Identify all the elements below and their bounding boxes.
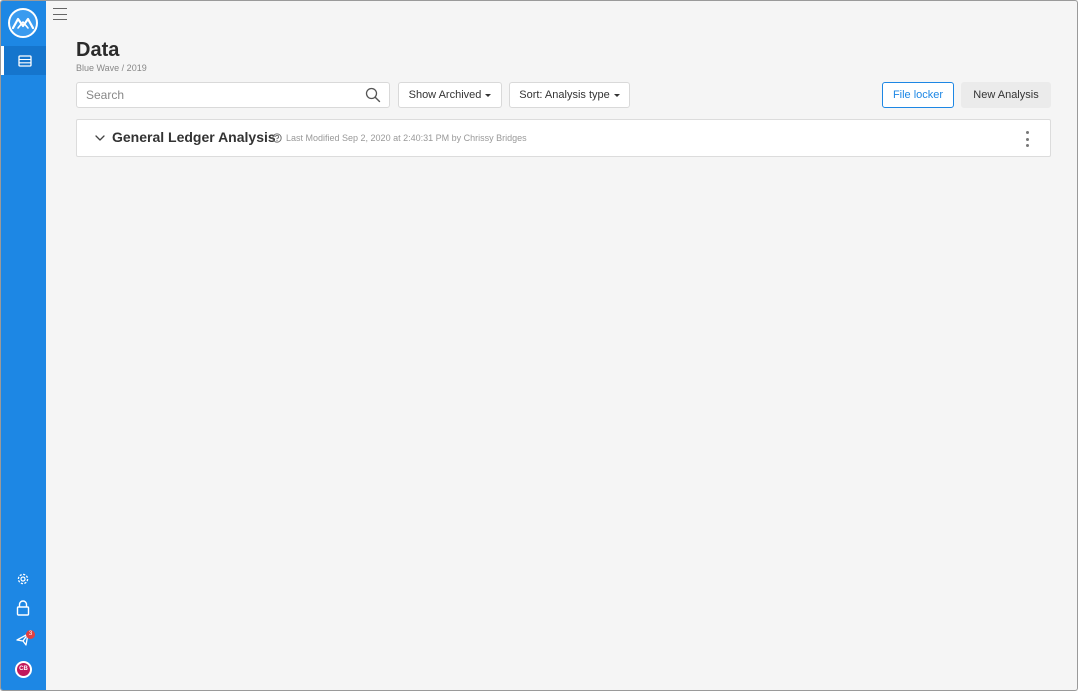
avatar[interactable]: CB	[15, 661, 32, 678]
search-box	[76, 82, 390, 108]
help-icon[interactable]	[272, 133, 282, 143]
settings-icon[interactable]	[13, 569, 33, 589]
file-locker-button[interactable]: File locker	[882, 82, 954, 108]
analysis-meta: Last Modified Sep 2, 2020 at 2:40:31 PM …	[286, 133, 527, 143]
sidebar-item-data[interactable]	[1, 46, 46, 75]
app-window: 3 CB Data Blue Wave / 2019 Show Archived…	[0, 0, 1078, 691]
show-archived-label: Show Archived	[408, 89, 482, 101]
page-title: Data	[76, 39, 120, 61]
search-input[interactable]	[77, 83, 357, 107]
menu-icon[interactable]	[53, 8, 67, 20]
caret-down-icon	[613, 93, 620, 97]
sidebar: 3 CB	[1, 1, 46, 690]
lock-icon[interactable]	[13, 598, 33, 618]
new-analysis-button[interactable]: New Analysis	[961, 82, 1051, 108]
analysis-row[interactable]: General Ledger Analysis Last Modified Se…	[76, 119, 1051, 157]
notification-badge: 3	[26, 630, 35, 639]
caret-down-icon	[485, 93, 492, 97]
logo-icon[interactable]	[8, 8, 38, 38]
sort-dropdown[interactable]: Sort: Analysis type	[509, 82, 630, 108]
sort-label: Sort: Analysis type	[519, 89, 610, 101]
search-icon[interactable]	[365, 87, 381, 103]
show-archived-dropdown[interactable]: Show Archived	[398, 82, 502, 108]
more-options-icon[interactable]	[1024, 131, 1030, 147]
chevron-down-icon[interactable]	[94, 132, 106, 144]
breadcrumb: Blue Wave / 2019	[76, 63, 147, 73]
data-icon	[18, 54, 32, 67]
analysis-title[interactable]: General Ledger Analysis	[112, 129, 276, 145]
